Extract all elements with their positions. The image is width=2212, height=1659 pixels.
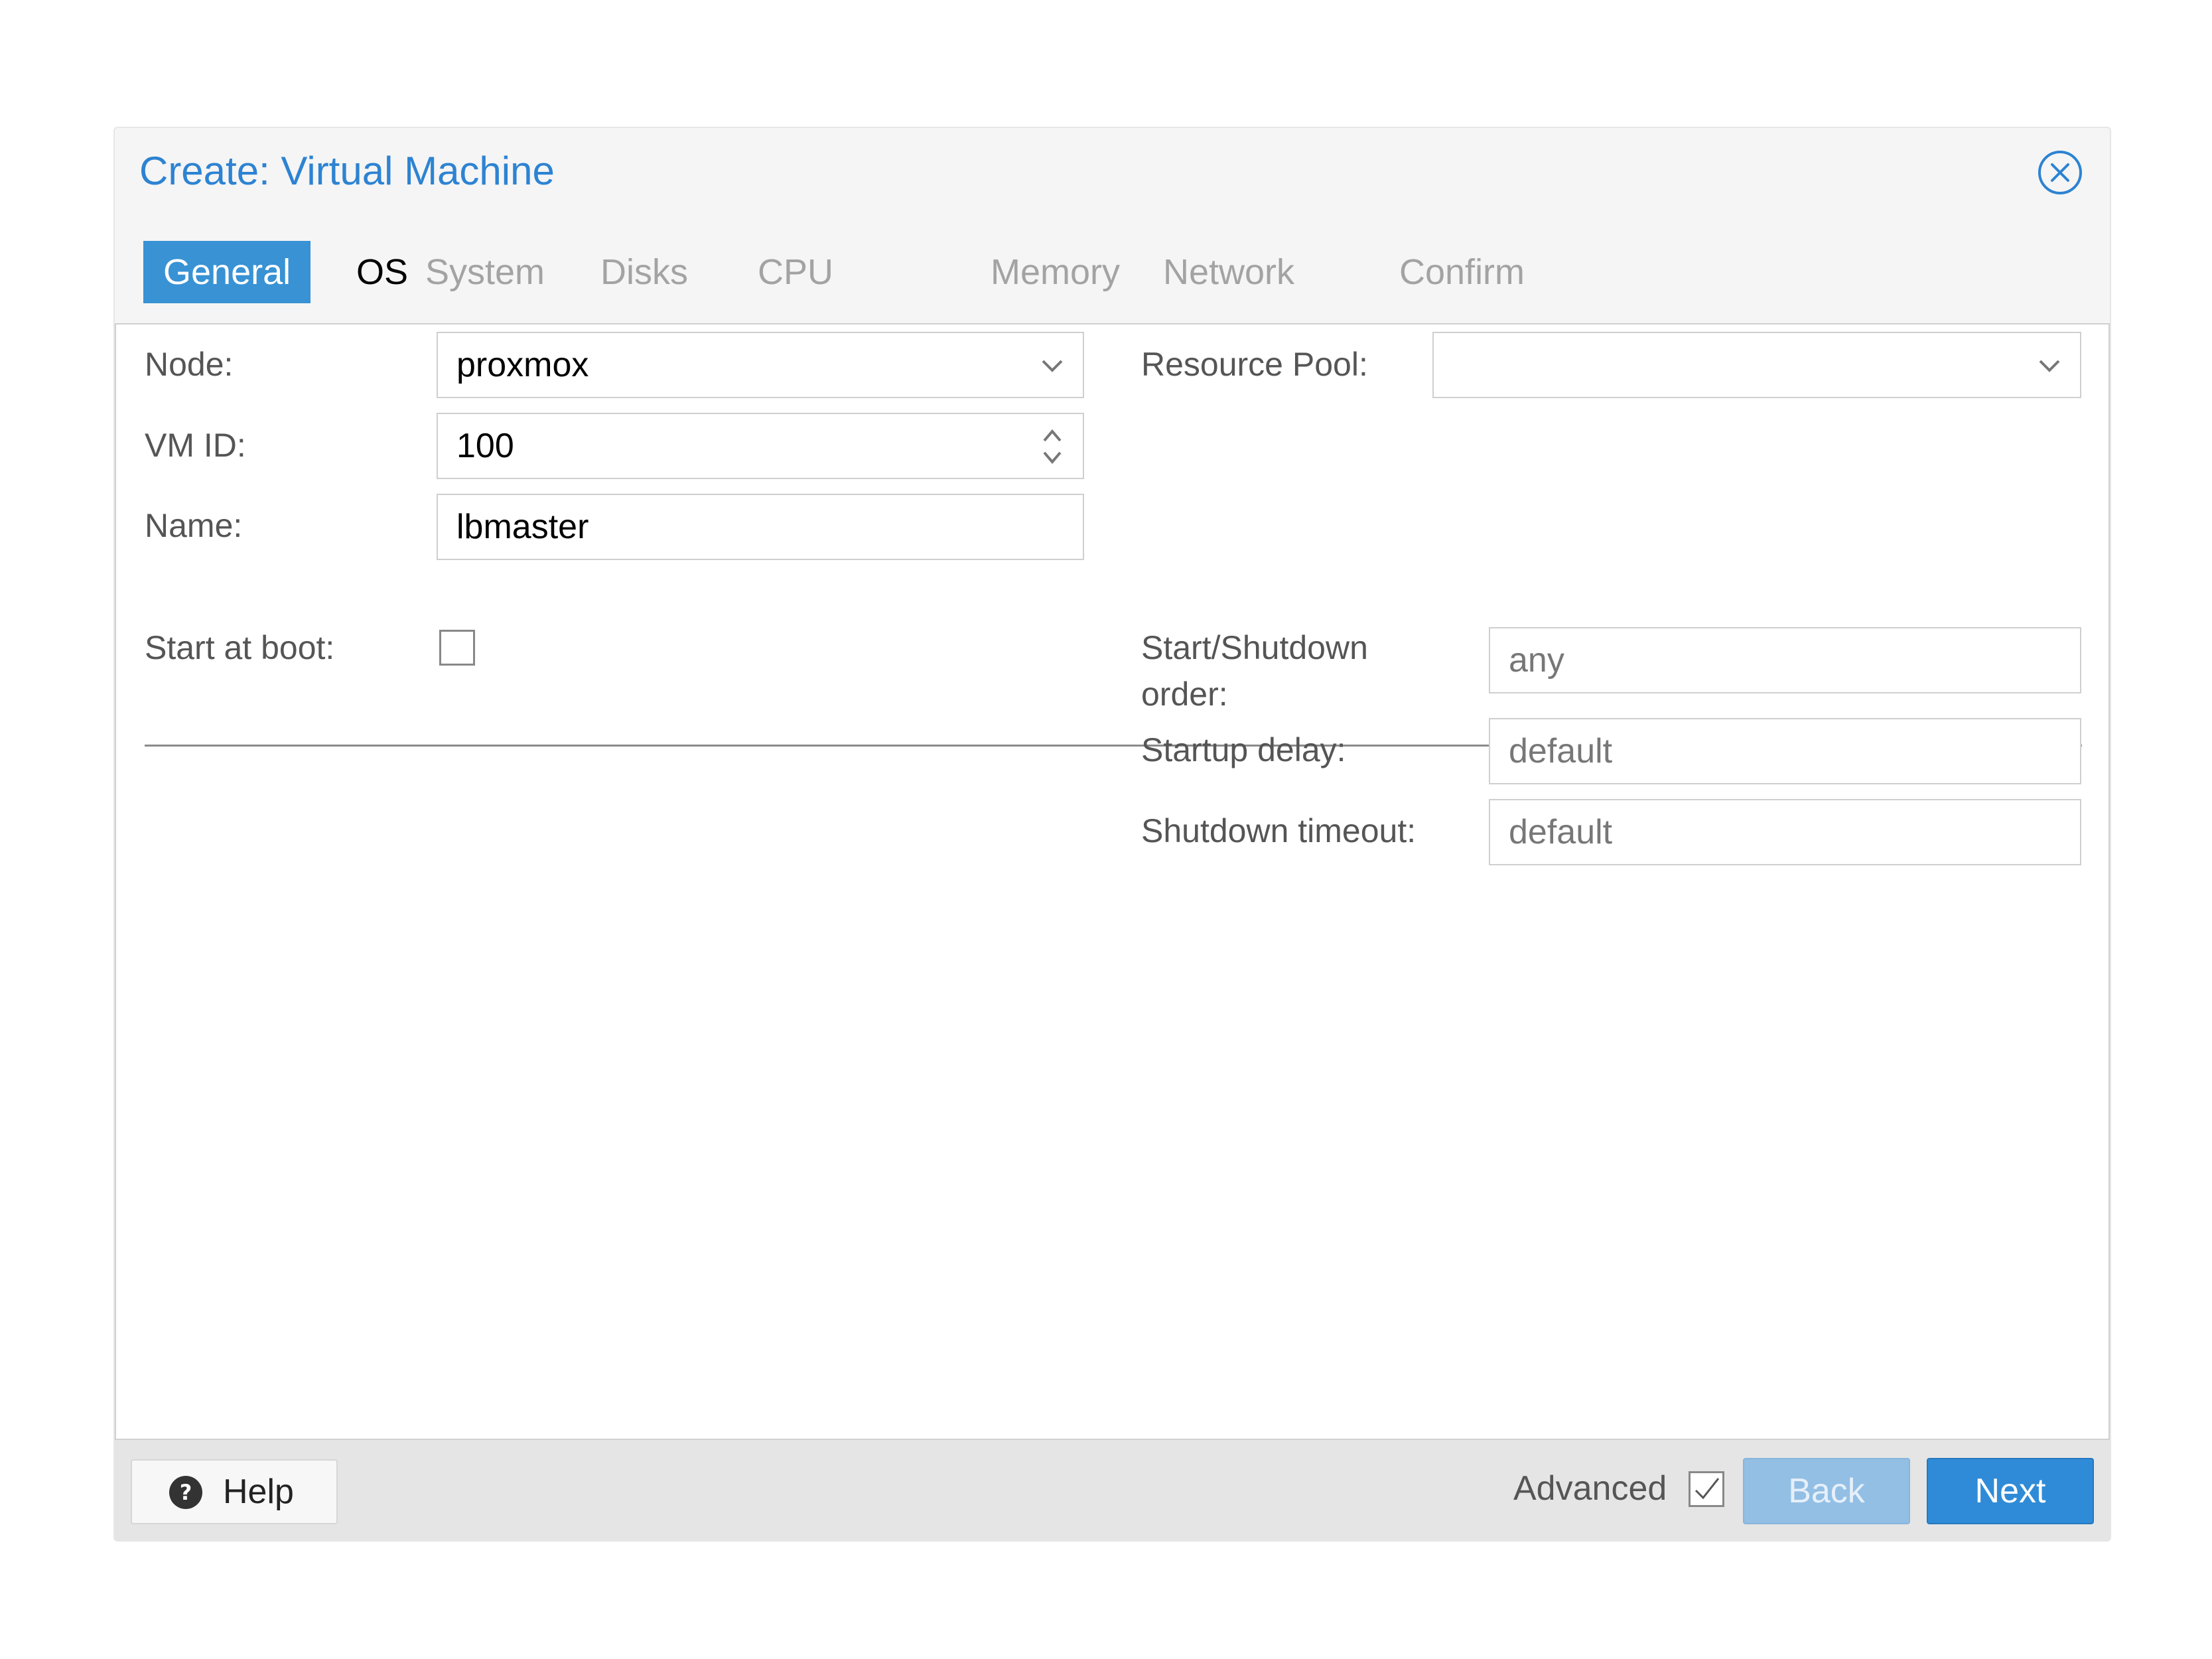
startup-order-input[interactable]: any bbox=[1489, 627, 2081, 693]
svg-text:?: ? bbox=[180, 1480, 192, 1505]
name-input[interactable]: lbmaster bbox=[437, 494, 1084, 560]
spinner-arrows-icon[interactable] bbox=[1034, 414, 1071, 478]
advanced-checkbox[interactable] bbox=[1689, 1471, 1724, 1507]
dialog-footer: ? Help Advanced Back Next bbox=[115, 1440, 2110, 1540]
node-value: proxmox bbox=[456, 346, 589, 384]
vmid-value: 100 bbox=[456, 427, 514, 465]
advanced-label: Advanced bbox=[1513, 1469, 1667, 1508]
general-panel: Node: proxmox Resource Pool: VM ID: 100 bbox=[115, 323, 2110, 1440]
startup-order-label-line1: Start/Shutdown bbox=[1141, 629, 1368, 666]
resource-pool-combobox[interactable] bbox=[1432, 332, 2081, 398]
close-icon[interactable] bbox=[2037, 149, 2083, 196]
start-at-boot-checkbox[interactable] bbox=[439, 630, 475, 666]
startup-delay-input[interactable]: default bbox=[1489, 718, 2081, 784]
resource-pool-label: Resource Pool: bbox=[1141, 346, 1368, 383]
tab-cpu[interactable]: CPU bbox=[738, 241, 853, 303]
tab-network[interactable]: Network bbox=[1143, 241, 1314, 303]
next-button[interactable]: Next bbox=[1927, 1458, 2094, 1524]
tab-system[interactable]: System bbox=[405, 241, 565, 303]
chevron-down-icon[interactable] bbox=[1034, 333, 1071, 397]
shutdown-timeout-placeholder: default bbox=[1509, 813, 1613, 851]
startup-order-placeholder: any bbox=[1509, 641, 1564, 680]
back-button[interactable]: Back bbox=[1743, 1458, 1910, 1524]
name-label: Name: bbox=[145, 507, 243, 544]
start-at-boot-label: Start at boot: bbox=[145, 629, 335, 666]
tab-disks[interactable]: Disks bbox=[581, 241, 708, 303]
vmid-spinner[interactable]: 100 bbox=[437, 413, 1084, 479]
tab-memory[interactable]: Memory bbox=[971, 241, 1140, 303]
tab-general[interactable]: General bbox=[143, 241, 311, 303]
node-label: Node: bbox=[145, 346, 234, 383]
create-vm-dialog: Create: Virtual Machine General OS Syste… bbox=[113, 127, 2111, 1542]
help-label: Help bbox=[223, 1473, 294, 1511]
vmid-label: VM ID: bbox=[145, 427, 246, 464]
startup-order-label-line2: order: bbox=[1141, 676, 1228, 713]
startup-delay-label: Startup delay: bbox=[1141, 731, 1346, 768]
chevron-down-icon[interactable] bbox=[2031, 333, 2068, 397]
shutdown-timeout-input[interactable]: default bbox=[1489, 799, 2081, 865]
node-combobox[interactable]: proxmox bbox=[437, 332, 1084, 398]
tab-confirm[interactable]: Confirm bbox=[1379, 241, 1545, 303]
help-button[interactable]: ? Help bbox=[131, 1459, 338, 1524]
startup-delay-placeholder: default bbox=[1509, 732, 1613, 770]
question-circle-icon: ? bbox=[169, 1475, 203, 1510]
shutdown-timeout-label: Shutdown timeout: bbox=[1141, 812, 1417, 849]
dialog-title: Create: Virtual Machine bbox=[139, 149, 555, 193]
name-value: lbmaster bbox=[456, 508, 589, 546]
